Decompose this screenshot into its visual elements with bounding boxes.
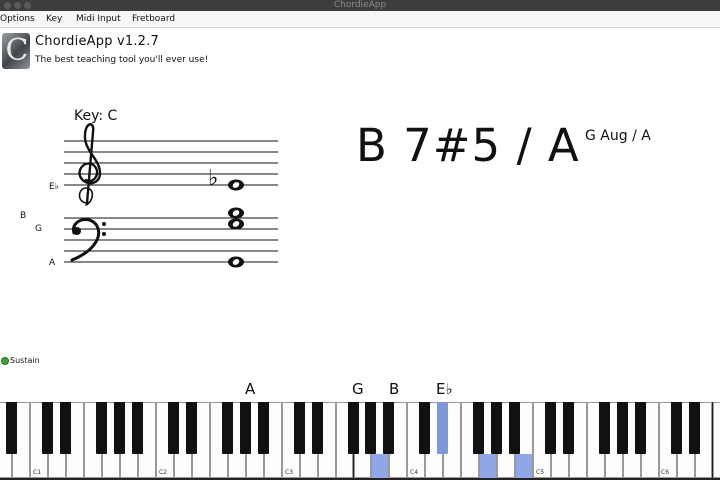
sustain-label: Sustain (10, 356, 40, 365)
black-key-cs5[interactable] (544, 402, 556, 454)
pressed-key-label-b: B (389, 380, 400, 398)
flat-accidental-icon: ♭ (208, 166, 219, 191)
chord-notes (228, 179, 244, 268)
pressed-white-key-g4 (480, 454, 497, 478)
black-key-cs4[interactable] (419, 402, 431, 454)
black-key-ds5[interactable] (562, 402, 574, 454)
black-key-as4[interactable] (509, 402, 521, 454)
black-key-fs1[interactable] (96, 402, 108, 454)
white-key-f6[interactable] (712, 402, 720, 478)
black-key-fs2[interactable] (221, 402, 233, 454)
chord-name-main: B 7#5 / A (356, 119, 580, 172)
black-key-cs6[interactable] (670, 402, 682, 454)
pressed-key-label-g: G (352, 380, 364, 398)
note-label-b: B (20, 211, 27, 221)
black-key-fs3[interactable] (347, 402, 359, 454)
black-key-cs2[interactable] (168, 402, 179, 454)
octave-label-c6: C6 (661, 469, 670, 476)
pressed-key-label-a: A (245, 380, 256, 398)
note-label-eflat: E♭ (49, 182, 59, 192)
note-label-g: G (35, 224, 42, 234)
black-key-ds4[interactable] (437, 402, 449, 454)
black-key-as3[interactable] (383, 402, 395, 454)
black-key-as0[interactable] (6, 402, 18, 454)
black-key-gs5[interactable] (616, 402, 628, 454)
black-key-as5[interactable] (634, 402, 646, 454)
black-key-ds6[interactable] (688, 402, 700, 454)
black-key-gs3[interactable] (365, 402, 377, 454)
black-key-ds3[interactable] (311, 402, 323, 454)
octave-label-c5: C5 (536, 469, 545, 476)
octave-label-c2: C2 (159, 469, 168, 476)
pressed-white-key-a3 (372, 454, 389, 478)
sustain-indicator-icon (1, 357, 9, 365)
black-key-cs3[interactable] (293, 402, 305, 454)
pressed-key-label-eflat: E♭ (436, 380, 453, 398)
black-key-fs4[interactable] (473, 402, 485, 454)
black-key-gs2[interactable] (239, 402, 251, 454)
pressed-white-key-b4 (516, 454, 532, 478)
octave-label-c4: C4 (410, 469, 419, 476)
black-key-fs5[interactable] (598, 402, 610, 454)
black-key-gs4[interactable] (491, 402, 503, 454)
black-key-as2[interactable] (257, 402, 269, 454)
chord-name-alternate: G Aug / A (585, 128, 651, 144)
black-key-ds2[interactable] (185, 402, 197, 454)
octave-label-c1: C1 (33, 469, 42, 476)
black-key-as1[interactable] (132, 402, 144, 454)
octave-label-c3: C3 (285, 469, 294, 476)
black-key-gs1[interactable] (114, 402, 126, 454)
piano-keyboard[interactable] (0, 402, 720, 480)
treble-clef-icon (78, 123, 102, 206)
black-key-ds1[interactable] (60, 402, 72, 454)
note-label-a: A (49, 258, 56, 268)
black-key-cs1[interactable] (42, 402, 54, 454)
